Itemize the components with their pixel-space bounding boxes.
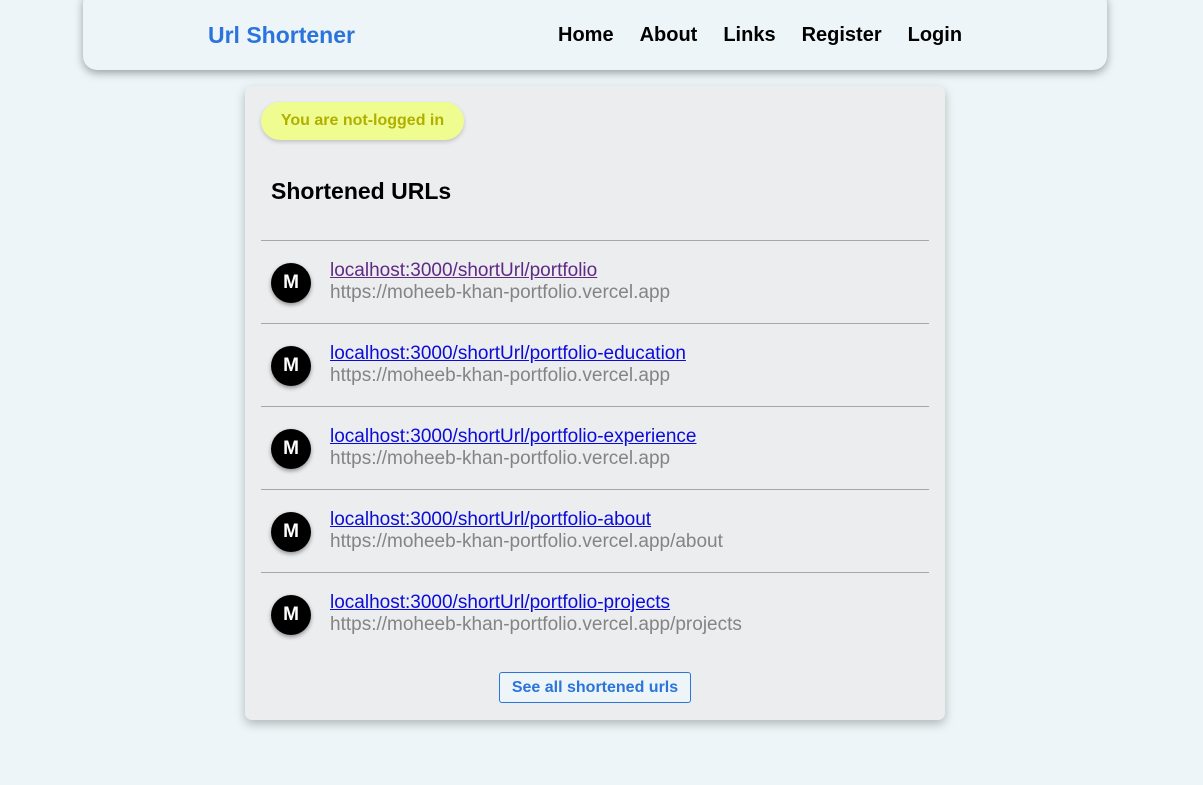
nav-link-home[interactable]: Home (558, 20, 614, 50)
original-url: https://moheeb-khan-portfolio.vercel.app… (330, 531, 723, 552)
short-url-link[interactable]: localhost:3000/shortUrl/portfolio-projec… (330, 592, 670, 614)
nav-link-links[interactable]: Links (723, 20, 775, 50)
nav-link-about[interactable]: About (640, 20, 698, 50)
url-list-item: M localhost:3000/shortUrl/portfolio-expe… (261, 407, 929, 490)
url-list-item: M localhost:3000/shortUrl/portfolio http… (261, 241, 929, 324)
brand-link[interactable]: Url Shortener (208, 20, 355, 50)
nav-link-login[interactable]: Login (908, 20, 962, 50)
original-url: https://moheeb-khan-portfolio.vercel.app (330, 448, 671, 469)
avatar: M (271, 429, 311, 469)
nav-links: Home About Links Register Login (558, 20, 988, 50)
navbar: Url Shortener Home About Links Register … (83, 0, 1107, 70)
login-status-badge: You are not-logged in (261, 102, 464, 140)
see-all-urls-button[interactable]: See all shortened urls (499, 672, 691, 703)
nav-link-register[interactable]: Register (802, 20, 882, 50)
url-list-item: M localhost:3000/shortUrl/portfolio-proj… (261, 573, 929, 656)
url-list: M localhost:3000/shortUrl/portfolio http… (261, 240, 929, 656)
original-url: https://moheeb-khan-portfolio.vercel.app (330, 365, 671, 386)
original-url: https://moheeb-khan-portfolio.vercel.app… (330, 614, 742, 635)
url-list-item: M localhost:3000/shortUrl/portfolio-educ… (261, 324, 929, 407)
avatar: M (271, 263, 311, 303)
shortened-urls-card: You are not-logged in Shortened URLs M l… (245, 86, 945, 720)
url-list-item: M localhost:3000/shortUrl/portfolio-abou… (261, 490, 929, 573)
avatar: M (271, 346, 311, 386)
avatar: M (271, 595, 311, 635)
short-url-link[interactable]: localhost:3000/shortUrl/portfolio-experi… (330, 426, 696, 448)
short-url-link[interactable]: localhost:3000/shortUrl/portfolio-educat… (330, 343, 686, 365)
avatar: M (271, 512, 311, 552)
section-title: Shortened URLs (271, 178, 452, 204)
original-url: https://moheeb-khan-portfolio.vercel.app (330, 282, 671, 303)
short-url-link[interactable]: localhost:3000/shortUrl/portfolio (330, 260, 597, 282)
short-url-link[interactable]: localhost:3000/shortUrl/portfolio-about (330, 509, 651, 531)
